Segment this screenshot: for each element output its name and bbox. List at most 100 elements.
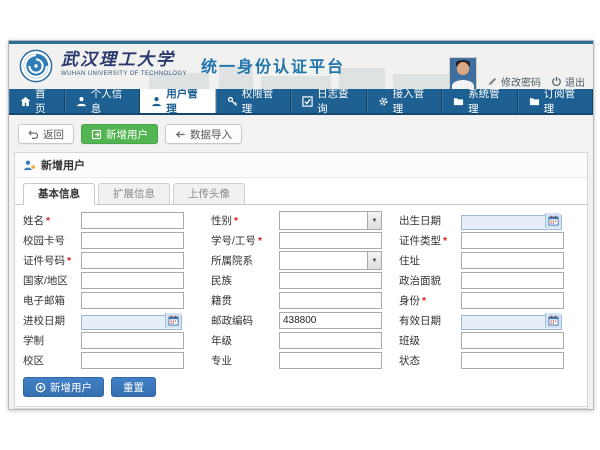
date-field — [461, 212, 562, 229]
reset-label: 重置 — [123, 380, 144, 395]
new-item-icon — [91, 129, 102, 140]
text-input[interactable] — [279, 312, 382, 329]
form-field: 年级 — [211, 332, 389, 349]
submit-add-user-button[interactable]: 新增用户 — [23, 377, 104, 397]
nav-tab-1[interactable]: 首页 — [9, 89, 65, 113]
text-input[interactable] — [461, 292, 564, 309]
info-tabs: 基本信息扩展信息上传头像 — [15, 178, 587, 205]
text-input[interactable] — [461, 332, 564, 349]
text-input[interactable] — [461, 352, 564, 369]
text-input[interactable] — [81, 272, 184, 289]
form-field: 专业 — [211, 352, 389, 369]
panel-tab-2[interactable]: 扩展信息 — [98, 183, 170, 204]
change-password-link[interactable]: 修改密码 — [487, 74, 541, 89]
select-field[interactable]: ▼ — [279, 251, 382, 270]
user-form: 姓名*性别*▼出生日期校园卡号学号/工号*证件类型*证件号码*所属院系▼住址国家… — [15, 205, 587, 373]
calendar-icon[interactable] — [165, 313, 181, 328]
circle-plus-icon — [35, 382, 46, 393]
add-user-panel: 新增用户 基本信息扩展信息上传头像 姓名*性别*▼出生日期校园卡号学号/工号*证… — [14, 152, 588, 409]
text-input[interactable] — [279, 272, 382, 289]
form-field: 邮政编码 — [211, 312, 389, 329]
nav-tab-6[interactable]: 接入管理 — [367, 89, 442, 113]
form-field: 所属院系 ▼ — [211, 252, 389, 269]
header-user-area: 修改密码 退出 — [449, 44, 585, 89]
form-field: 证件类型* — [399, 232, 577, 249]
nav-tab-label: 用户管理 — [166, 86, 204, 116]
field-label: 学制 — [23, 333, 81, 348]
text-input[interactable] — [279, 232, 382, 249]
text-input[interactable] — [81, 292, 184, 309]
result-table-header: 学号/工号姓名性别身份所属院系操作 — [15, 406, 587, 409]
form-field: 国家/地区 — [23, 272, 201, 289]
field-label: 所属院系 — [211, 253, 279, 268]
nav-tab-3[interactable]: 用户管理 — [140, 89, 215, 113]
nav-tab-5[interactable]: 日志查询 — [291, 89, 366, 113]
dropdown-arrow-icon[interactable]: ▼ — [367, 252, 381, 269]
main-nav: 首页个人信息 用户管理 权限管理 日志查询 接入管理系统管理 订阅管理 — [9, 89, 593, 115]
page-title: 统一身份认证平台 — [201, 53, 345, 77]
nav-tab-4[interactable]: 权限管理 — [216, 89, 291, 113]
text-input[interactable] — [81, 332, 184, 349]
text-input[interactable] — [279, 292, 382, 309]
nav-tab-7[interactable]: 系统管理 — [442, 89, 517, 113]
header: 武汉理工大学 WUHAN UNIVERSITY OF TECHNOLOGY 统一… — [9, 44, 593, 89]
nav-tab-label: 订阅管理 — [544, 86, 582, 116]
log-icon — [302, 96, 313, 107]
select-field[interactable]: ▼ — [279, 211, 382, 230]
university-logo-icon — [19, 49, 53, 83]
text-input[interactable] — [461, 272, 564, 289]
panel-header: 新增用户 — [15, 153, 587, 178]
nav-tab-label: 日志查询 — [317, 86, 355, 116]
form-field: 电子邮箱 — [23, 292, 201, 309]
date-field — [81, 312, 182, 329]
field-label: 进校日期 — [23, 313, 81, 328]
form-field: 证件号码* — [23, 252, 201, 269]
form-field: 民族 — [211, 272, 389, 289]
back-button[interactable]: 返回 — [18, 124, 74, 144]
form-field: 出生日期 — [399, 212, 577, 229]
panel-tab-1[interactable]: 基本信息 — [23, 183, 95, 205]
submit-add-user-label: 新增用户 — [50, 380, 92, 395]
form-field: 学号/工号* — [211, 232, 389, 249]
field-label: 校园卡号 — [23, 233, 81, 248]
field-label: 专业 — [211, 353, 279, 368]
panel-tab-3[interactable]: 上传头像 — [173, 183, 245, 204]
text-input[interactable] — [461, 252, 564, 269]
folder-icon — [529, 96, 540, 107]
reset-button[interactable]: 重置 — [111, 377, 156, 397]
nav-tab-label: 首页 — [35, 86, 54, 116]
data-import-button[interactable]: 数据导入 — [165, 124, 242, 144]
form-field: 政治面貌 — [399, 272, 577, 289]
text-input[interactable] — [279, 332, 382, 349]
field-label: 班级 — [399, 333, 461, 348]
text-input[interactable] — [279, 352, 382, 369]
form-field: 籍贯 — [211, 292, 389, 309]
power-icon — [551, 76, 562, 87]
field-label: 性别* — [211, 213, 279, 228]
form-field: 学制 — [23, 332, 201, 349]
field-label: 国家/地区 — [23, 273, 81, 288]
nav-tab-label: 接入管理 — [393, 86, 431, 116]
brand-name-cn: 武汉理工大学 — [61, 50, 187, 70]
required-asterisk: * — [443, 235, 447, 247]
required-asterisk: * — [67, 255, 71, 267]
logout-link[interactable]: 退出 — [551, 74, 585, 89]
add-user-toolbar-button[interactable]: 新增用户 — [81, 124, 158, 144]
text-input[interactable] — [81, 352, 184, 369]
text-input[interactable] — [81, 212, 184, 229]
nav-tab-8[interactable]: 订阅管理 — [518, 89, 593, 113]
text-input[interactable] — [461, 232, 564, 249]
key-icon — [227, 96, 238, 107]
text-input[interactable] — [81, 232, 184, 249]
text-input[interactable] — [81, 252, 184, 269]
arrow-left-icon — [175, 129, 186, 140]
nav-tab-label: 权限管理 — [242, 86, 280, 116]
nav-tab-2[interactable]: 个人信息 — [65, 89, 140, 113]
panel-title: 新增用户 — [41, 157, 85, 173]
field-label: 政治面貌 — [399, 273, 461, 288]
calendar-icon[interactable] — [545, 213, 561, 228]
dropdown-arrow-icon[interactable]: ▼ — [367, 212, 381, 229]
calendar-icon[interactable] — [545, 313, 561, 328]
form-field: 有效日期 — [399, 312, 577, 329]
data-import-label: 数据导入 — [190, 127, 232, 142]
